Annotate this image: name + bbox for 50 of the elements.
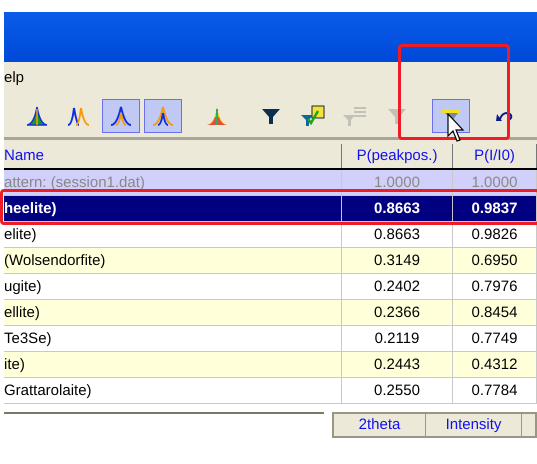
column-header[interactable]: P(peakpos.) xyxy=(342,144,453,168)
column-header[interactable]: P(I/I0) xyxy=(453,144,537,168)
table-cell: attern: (session1.dat) xyxy=(4,170,342,195)
table-cell: 0.8663 xyxy=(342,222,453,247)
table-cell: 0.9826 xyxy=(453,222,537,247)
table-row[interactable]: ellite) 0.2366 0.8454 xyxy=(4,300,537,326)
table-cell: Te3Se) xyxy=(4,326,342,351)
table-cell: heelite) xyxy=(4,196,342,221)
column-header[interactable]: Intensity xyxy=(426,414,522,436)
funnel-list-icon xyxy=(343,105,367,127)
table-cell: ite) xyxy=(4,352,342,377)
table-cell: 0.6950 xyxy=(453,248,537,273)
table-cell: 0.4312 xyxy=(453,352,537,377)
table-cell: ellite) xyxy=(4,300,342,325)
table-row[interactable]: Grattarolaite) 0.2550 0.7784 xyxy=(4,378,537,404)
funnel-check-icon xyxy=(301,105,325,127)
funnel-icon xyxy=(387,106,407,126)
column-header[interactable]: Name xyxy=(4,144,342,168)
table-row[interactable]: ite) 0.2443 0.4312 xyxy=(4,352,537,378)
peaks-icon xyxy=(67,105,91,127)
table-cell: 0.2402 xyxy=(342,274,453,299)
funnel-icon xyxy=(261,106,281,126)
table-cell: 0.8663 xyxy=(342,196,453,221)
table-cell: Grattarolaite) xyxy=(4,378,342,403)
table-cell: 0.2550 xyxy=(342,378,453,403)
table-cell: 0.7976 xyxy=(453,274,537,299)
column-header[interactable]: 2theta xyxy=(334,414,426,436)
table-cell: 0.9837 xyxy=(453,196,537,221)
peak-icon xyxy=(152,105,174,127)
peak-icon xyxy=(206,105,228,127)
peak-icon xyxy=(26,105,48,127)
table-cell: ugite) xyxy=(4,274,342,299)
cursor-icon xyxy=(447,113,467,143)
table-cell: 0.3149 xyxy=(342,248,453,273)
table-cell: 1.0000 xyxy=(342,170,453,195)
table-cell: 1.0000 xyxy=(453,170,537,195)
table-cell: 0.7749 xyxy=(453,326,537,351)
table-cell: 0.2443 xyxy=(342,352,453,377)
table-cell: 0.8454 xyxy=(453,300,537,325)
menu-item[interactable]: elp xyxy=(4,67,24,90)
table-cell: 0.2366 xyxy=(342,300,453,325)
table-row[interactable]: heelite) 0.8663 0.9837 xyxy=(4,196,537,222)
table-row[interactable]: ugite) 0.2402 0.7976 xyxy=(4,274,537,300)
table-cell: (Wolsendorfite) xyxy=(4,248,342,273)
table-cell: 0.7784 xyxy=(453,378,537,403)
table-row[interactable]: (Wolsendorfite) 0.3149 0.6950 xyxy=(4,248,537,274)
peak-icon xyxy=(110,105,132,127)
table-cell: 0.2119 xyxy=(342,326,453,351)
table-cell: elite) xyxy=(4,222,342,247)
table-row[interactable]: Te3Se) 0.2119 0.7749 xyxy=(4,326,537,352)
